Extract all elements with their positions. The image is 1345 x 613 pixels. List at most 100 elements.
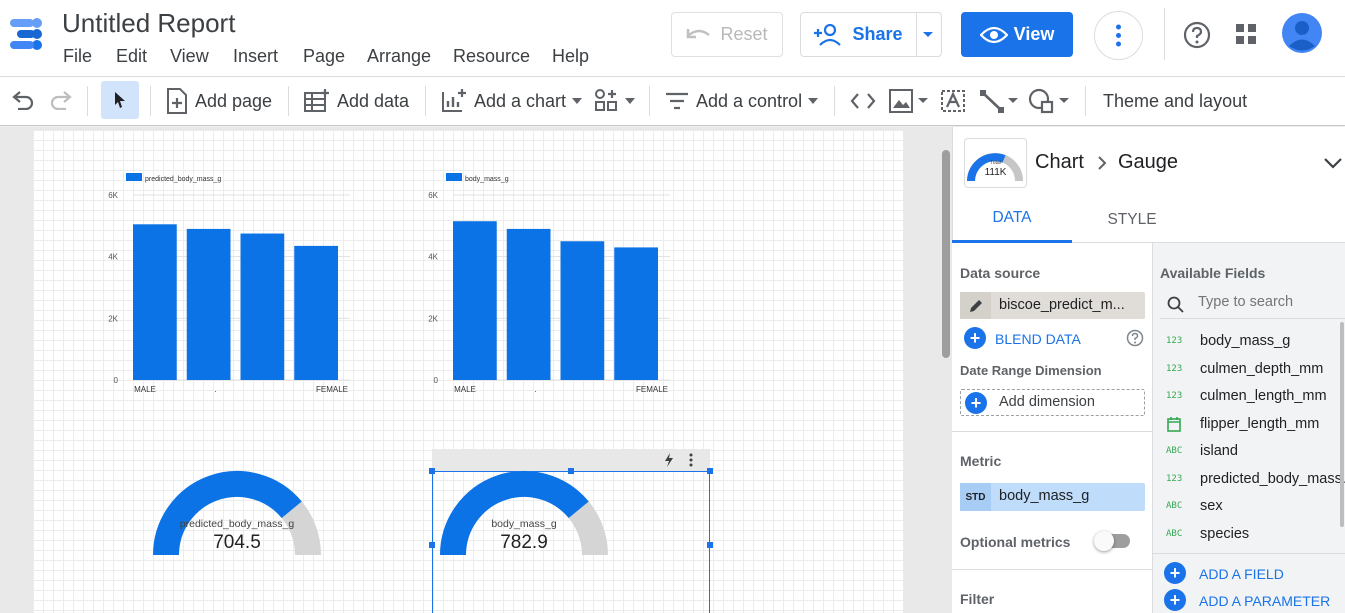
field-item[interactable]: 123 culmen_length_mm — [1166, 388, 1327, 404]
menu-edit[interactable]: Edit — [116, 46, 147, 67]
theme-layout-label: Theme and layout — [1103, 90, 1248, 111]
metric-aggregation-tag[interactable]: STD — [960, 483, 991, 511]
community-components-icon — [595, 89, 617, 111]
field-item[interactable]: ABC island — [1166, 443, 1238, 459]
field-search[interactable] — [1160, 290, 1345, 319]
blend-plus-icon[interactable]: + — [964, 327, 986, 349]
available-fields-label: Available Fields — [1160, 265, 1266, 281]
tab-style[interactable]: STYLE — [1072, 196, 1192, 243]
thumb-total-label: Total — [990, 160, 1001, 166]
image-icon[interactable] — [889, 89, 929, 113]
reset-button[interactable]: Reset — [671, 12, 783, 57]
field-name: flipper_length_mm — [1200, 415, 1320, 432]
menu-help[interactable]: Help — [552, 46, 589, 67]
bar[interactable] — [133, 224, 177, 380]
field-search-input[interactable] — [1198, 294, 1338, 310]
y-tick-label: 4K — [108, 253, 118, 262]
add-data-button[interactable]: Add data — [303, 77, 409, 125]
gauge-label: predicted_body_mass_g — [179, 518, 295, 530]
data-studio-logo[interactable] — [9, 17, 45, 51]
tab-data[interactable]: DATA — [952, 196, 1072, 243]
shape-tool-icon[interactable] — [1028, 88, 1072, 114]
metric-chip[interactable]: STD body_mass_g — [960, 483, 1145, 511]
select-tool-button[interactable] — [101, 81, 139, 119]
gauge-chart-predicted[interactable]: predicted_body_mass_g 704.5 — [150, 470, 324, 560]
more-options-button[interactable] — [1094, 11, 1143, 60]
field-item[interactable]: ABC species — [1166, 526, 1249, 542]
bar[interactable] — [240, 233, 285, 380]
bolt-icon[interactable] — [664, 453, 674, 467]
text-box-icon[interactable] — [940, 89, 966, 113]
view-button[interactable]: View — [961, 12, 1073, 57]
field-item[interactable]: 123 culmen_depth_mm — [1166, 361, 1323, 377]
add-field-plus-icon[interactable]: + — [1164, 562, 1186, 584]
resize-handle[interactable] — [707, 468, 713, 474]
menu-file[interactable]: File — [63, 46, 92, 67]
dropdown-caret-icon — [808, 98, 819, 104]
reset-label: Reset — [720, 24, 768, 44]
y-tick-label: 2K — [108, 314, 118, 323]
community-viz-button[interactable] — [593, 77, 635, 125]
account-avatar[interactable] — [1282, 13, 1322, 53]
theme-layout-button[interactable]: Theme and layout — [1103, 77, 1247, 125]
field-name: body_mass_g — [1200, 333, 1291, 349]
add-chart-button[interactable]: Add a chart — [440, 77, 583, 125]
date-type-icon — [1166, 416, 1186, 432]
bar[interactable] — [614, 247, 658, 380]
data-source-field[interactable]: biscoe_predict_m... — [960, 292, 1145, 319]
bar-chart-actual[interactable]: body_mass_g 6K 4K 2K 0 MALE. FEMALE — [420, 165, 690, 405]
help-icon[interactable] — [1183, 21, 1211, 49]
resize-handle[interactable] — [707, 542, 713, 548]
add-field-link[interactable]: ADD A FIELD — [1199, 566, 1284, 582]
field-item[interactable]: 123 predicted_body_mass... — [1166, 471, 1345, 487]
menu-view[interactable]: View — [170, 46, 209, 67]
edit-pencil-icon[interactable] — [960, 292, 991, 319]
field-item[interactable]: ABC sex — [1166, 498, 1223, 514]
report-title[interactable]: Untitled Report — [62, 8, 235, 39]
add-dimension-field[interactable]: + Add dimension — [960, 389, 1145, 416]
chevron-down-icon[interactable] — [1323, 157, 1343, 169]
undo-icon[interactable] — [10, 90, 34, 110]
menu-resource[interactable]: Resource — [453, 46, 530, 67]
canvas-scrollbar[interactable] — [942, 150, 950, 358]
share-dropdown-icon[interactable] — [922, 31, 934, 38]
menu-page[interactable]: Page — [303, 46, 345, 67]
add-parameter-link[interactable]: ADD A PARAMETER — [1199, 593, 1330, 609]
chart-type-thumbnail[interactable]: Total 111K — [964, 138, 1027, 188]
chart-more-icon[interactable] — [689, 453, 693, 467]
help-icon[interactable] — [1126, 329, 1144, 347]
add-page-button[interactable]: Add page — [165, 77, 272, 125]
add-control-button[interactable]: Add a control — [664, 77, 819, 125]
x-tick-label: FEMALE — [636, 385, 668, 394]
share-button[interactable]: Share — [800, 12, 942, 57]
blend-data-link[interactable]: BLEND DATA — [995, 331, 1081, 347]
field-item[interactable]: flipper_length_mm — [1166, 416, 1319, 432]
bar[interactable] — [506, 228, 551, 380]
y-tick-label: 6K — [108, 191, 118, 200]
menu-arrange[interactable]: Arrange — [367, 46, 431, 67]
redo-icon[interactable] — [50, 90, 74, 110]
bar[interactable] — [186, 228, 231, 380]
bar-chart-predicted[interactable]: predicted_body_mass_g 6K 4K 2K 0 MALE. FEMALE — [100, 165, 370, 405]
apps-grid-icon[interactable] — [1236, 24, 1256, 44]
line-tool-icon[interactable] — [979, 89, 1021, 113]
resize-handle[interactable] — [429, 542, 435, 548]
bar[interactable] — [560, 241, 605, 380]
add-dimension-plus-icon[interactable]: + — [965, 392, 987, 414]
optional-metrics-toggle[interactable] — [1094, 531, 1130, 551]
resize-handle[interactable] — [429, 468, 435, 474]
panel-chart-type[interactable]: Gauge — [1118, 151, 1178, 174]
field-item[interactable]: 123 body_mass_g — [1166, 333, 1290, 349]
bar[interactable] — [453, 221, 497, 380]
bar[interactable] — [294, 245, 338, 380]
embed-code-icon[interactable] — [850, 92, 876, 110]
menu-insert[interactable]: Insert — [233, 46, 278, 67]
y-tick-label: 2K — [428, 314, 438, 323]
add-parameter-plus-icon[interactable]: + — [1164, 589, 1186, 611]
date-range-label: Date Range Dimension — [960, 363, 1102, 378]
gauge-chart-actual[interactable]: body_mass_g 782.9 — [437, 470, 611, 560]
text-type-icon: ABC — [1166, 528, 1183, 539]
fields-scrollbar[interactable] — [1340, 322, 1344, 527]
add-person-icon — [813, 23, 843, 46]
y-tick-label: 0 — [434, 376, 439, 385]
